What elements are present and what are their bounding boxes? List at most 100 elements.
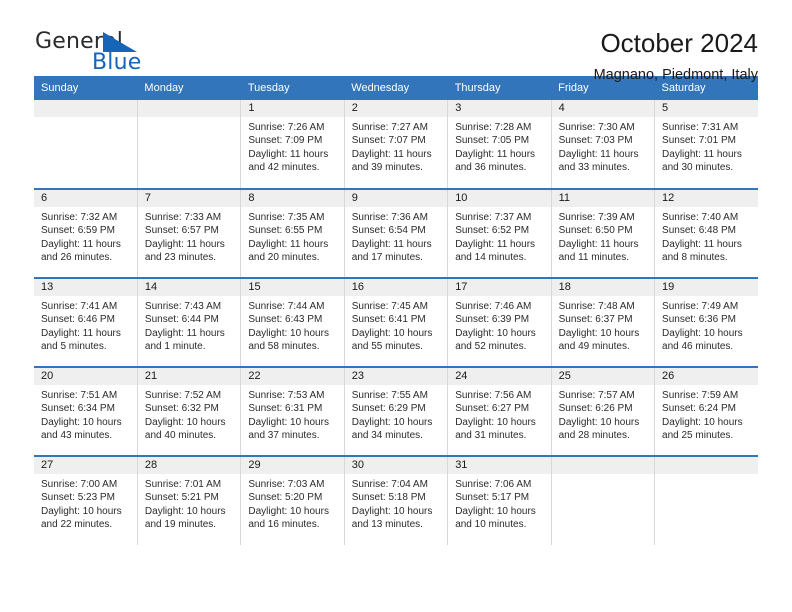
daylight-text: Daylight: 10 hours and 25 minutes. xyxy=(662,416,743,442)
sunrise-text: Sunrise: 7:35 AM xyxy=(248,212,325,223)
day-number: 21 xyxy=(137,368,241,385)
calendar-day-cell[interactable]: 19 Sunrise: 7:49 AM Sunset: 6:36 PM Dayligh… xyxy=(654,277,758,367)
sunrise-text: Sunrise: 7:45 AM xyxy=(351,301,428,312)
day-number: 30 xyxy=(344,457,448,474)
page-title: October 2024 xyxy=(600,28,758,58)
page-header: General Blue October 2024 Magnano, Piedm… xyxy=(34,0,758,83)
day-number: 18 xyxy=(551,279,655,296)
calendar-week-row: 1 Sunrise: 7:26 AM Sunset: 7:09 PM Daylight… xyxy=(34,100,758,189)
day-details: Sunrise: 7:52 AM Sunset: 6:32 PM Daylight:… xyxy=(138,385,240,443)
sunrise-text: Sunrise: 7:57 AM xyxy=(558,390,635,401)
day-number: 15 xyxy=(241,279,344,296)
sunrise-text: Sunrise: 7:39 AM xyxy=(558,212,635,223)
calendar-day-cell[interactable]: 2 Sunrise: 7:27 AM Sunset: 7:07 PM Daylight… xyxy=(344,100,449,189)
calendar-day-cell[interactable]: 20 Sunrise: 7:51 AM Sunset: 6:34 PM Dayligh… xyxy=(34,366,138,456)
daylight-text: Daylight: 10 hours and 10 minutes. xyxy=(455,505,536,531)
calendar-day-cell[interactable]: 15 Sunrise: 7:44 AM Sunset: 6:43 PM Dayligh… xyxy=(240,277,345,367)
day-details: Sunrise: 7:36 AM Sunset: 6:54 PM Daylight:… xyxy=(345,207,447,265)
daylight-text: Daylight: 11 hours and 1 minute. xyxy=(144,327,225,353)
calendar-day-cell[interactable]: 10 Sunrise: 7:37 AM Sunset: 6:52 PM Dayligh… xyxy=(447,188,552,278)
calendar-day-cell[interactable]: 11 Sunrise: 7:39 AM Sunset: 6:50 PM Dayligh… xyxy=(551,188,656,278)
calendar-day-cell[interactable]: 8 Sunrise: 7:35 AM Sunset: 6:55 PM Daylight… xyxy=(240,188,345,278)
calendar-day-cell[interactable]: 31 Sunrise: 7:06 AM Sunset: 5:17 PM Dayligh… xyxy=(447,455,552,545)
day-details: Sunrise: 7:39 AM Sunset: 6:50 PM Daylight:… xyxy=(552,207,654,265)
daylight-text: Daylight: 11 hours and 23 minutes. xyxy=(144,238,225,264)
month-calendar: Sunday Monday Tuesday Wednesday Thursday Frid… xyxy=(34,76,758,545)
day-number: 26 xyxy=(655,368,758,385)
calendar-day-cell[interactable]: 6 Sunrise: 7:32 AM Sunset: 6:59 PM Daylight… xyxy=(34,188,138,278)
sunset-text: Sunset: 6:59 PM xyxy=(41,225,115,237)
sunset-text: Sunset: 6:57 PM xyxy=(144,225,219,237)
sunset-text: Sunset: 7:09 PM xyxy=(248,135,323,147)
daylight-text: Daylight: 10 hours and 16 minutes. xyxy=(248,505,329,531)
day-details: Sunrise: 7:03 AM Sunset: 5:20 PM Daylight:… xyxy=(241,474,343,532)
day-number xyxy=(137,100,241,117)
sunset-text: Sunset: 5:18 PM xyxy=(351,492,426,504)
calendar-body: 1 Sunrise: 7:26 AM Sunset: 7:09 PM Daylight… xyxy=(34,100,758,545)
day-number: 4 xyxy=(551,100,655,117)
weekday-header-tuesday: Tuesday xyxy=(240,76,345,100)
calendar-day-cell[interactable]: 7 Sunrise: 7:33 AM Sunset: 6:57 PM Daylight… xyxy=(137,188,242,278)
sunset-text: Sunset: 6:27 PM xyxy=(455,403,530,415)
sunset-text: Sunset: 6:36 PM xyxy=(662,314,736,326)
calendar-day-cell[interactable]: 14 Sunrise: 7:43 AM Sunset: 6:44 PM Dayligh… xyxy=(137,277,242,367)
daylight-text: Daylight: 10 hours and 43 minutes. xyxy=(41,416,122,442)
calendar-day-cell[interactable]: 9 Sunrise: 7:36 AM Sunset: 6:54 PM Daylight… xyxy=(344,188,449,278)
sunset-text: Sunset: 6:37 PM xyxy=(558,314,633,326)
daylight-text: Daylight: 10 hours and 13 minutes. xyxy=(351,505,433,531)
calendar-day-cell[interactable]: 1 Sunrise: 7:26 AM Sunset: 7:09 PM Daylight… xyxy=(240,100,345,189)
calendar-day-cell[interactable]: 17 Sunrise: 7:46 AM Sunset: 6:39 PM Dayligh… xyxy=(447,277,552,367)
calendar-day-cell[interactable]: 12 Sunrise: 7:40 AM Sunset: 6:48 PM Dayligh… xyxy=(654,188,758,278)
sunrise-text: Sunrise: 7:52 AM xyxy=(144,390,222,401)
sunset-text: Sunset: 6:24 PM xyxy=(662,403,736,415)
daylight-text: Daylight: 10 hours and 52 minutes. xyxy=(455,327,536,353)
sunset-text: Sunset: 6:32 PM xyxy=(144,403,219,415)
calendar-day-cell[interactable]: 3 Sunrise: 7:28 AM Sunset: 7:05 PM Daylight… xyxy=(447,100,552,189)
calendar-day-cell[interactable]: 23 Sunrise: 7:55 AM Sunset: 6:29 PM Dayligh… xyxy=(344,366,449,456)
day-number: 20 xyxy=(34,368,137,385)
sunset-text: Sunset: 6:43 PM xyxy=(248,314,323,326)
sunset-text: Sunset: 6:44 PM xyxy=(144,314,219,326)
daylight-text: Daylight: 10 hours and 28 minutes. xyxy=(558,416,640,442)
logo-text-blue: Blue xyxy=(92,50,142,75)
sunrise-text: Sunrise: 7:27 AM xyxy=(351,122,428,133)
daylight-text: Daylight: 11 hours and 5 minutes. xyxy=(41,327,121,353)
general-blue-logo[interactable]: General Blue xyxy=(34,28,214,76)
sunrise-text: Sunrise: 7:33 AM xyxy=(144,212,222,223)
calendar-day-cell[interactable]: 27 Sunrise: 7:00 AM Sunset: 5:23 PM Dayligh… xyxy=(34,455,138,545)
calendar-day-cell[interactable]: 24 Sunrise: 7:56 AM Sunset: 6:27 PM Dayligh… xyxy=(447,366,552,456)
calendar-day-cell[interactable]: 25 Sunrise: 7:57 AM Sunset: 6:26 PM Dayligh… xyxy=(551,366,656,456)
sunrise-text: Sunrise: 7:46 AM xyxy=(455,301,532,312)
calendar-page: General Blue October 2024 Magnano, Piedm… xyxy=(0,0,792,612)
day-number: 28 xyxy=(137,457,241,474)
sunset-text: Sunset: 6:39 PM xyxy=(455,314,530,326)
sunrise-text: Sunrise: 7:32 AM xyxy=(41,212,118,223)
day-number: 31 xyxy=(448,457,551,474)
day-number: 29 xyxy=(241,457,344,474)
day-details: Sunrise: 7:55 AM Sunset: 6:29 PM Daylight:… xyxy=(345,385,447,443)
calendar-day-cell[interactable]: 29 Sunrise: 7:03 AM Sunset: 5:20 PM Dayligh… xyxy=(240,455,345,545)
sunrise-text: Sunrise: 7:43 AM xyxy=(144,301,222,312)
calendar-day-cell[interactable]: 4 Sunrise: 7:30 AM Sunset: 7:03 PM Daylight… xyxy=(551,100,656,189)
sunset-text: Sunset: 6:54 PM xyxy=(351,225,426,237)
sunrise-text: Sunrise: 7:40 AM xyxy=(662,212,739,223)
calendar-week-row: 6 Sunrise: 7:32 AM Sunset: 6:59 PM Daylight… xyxy=(34,188,758,278)
calendar-day-cell[interactable]: 28 Sunrise: 7:01 AM Sunset: 5:21 PM Dayligh… xyxy=(137,455,242,545)
day-details: Sunrise: 7:26 AM Sunset: 7:09 PM Daylight:… xyxy=(241,117,343,175)
sunrise-text: Sunrise: 7:06 AM xyxy=(455,479,532,490)
calendar-week-row: 20 Sunrise: 7:51 AM Sunset: 6:34 PM Dayligh… xyxy=(34,366,758,456)
calendar-day-cell[interactable]: 26 Sunrise: 7:59 AM Sunset: 6:24 PM Dayligh… xyxy=(654,366,758,456)
calendar-day-cell[interactable]: 22 Sunrise: 7:53 AM Sunset: 6:31 PM Dayligh… xyxy=(240,366,345,456)
calendar-day-cell[interactable]: 5 Sunrise: 7:31 AM Sunset: 7:01 PM Daylight… xyxy=(654,100,758,189)
calendar-day-cell[interactable]: 13 Sunrise: 7:41 AM Sunset: 6:46 PM Dayligh… xyxy=(34,277,138,367)
day-details: Sunrise: 7:43 AM Sunset: 6:44 PM Daylight:… xyxy=(138,296,240,354)
calendar-day-cell[interactable]: 21 Sunrise: 7:52 AM Sunset: 6:32 PM Dayligh… xyxy=(137,366,242,456)
calendar-day-cell[interactable]: 16 Sunrise: 7:45 AM Sunset: 6:41 PM Dayligh… xyxy=(344,277,449,367)
sunrise-text: Sunrise: 7:41 AM xyxy=(41,301,118,312)
day-details: Sunrise: 7:00 AM Sunset: 5:23 PM Daylight:… xyxy=(34,474,137,532)
sunset-text: Sunset: 6:34 PM xyxy=(41,403,115,415)
calendar-cell-empty xyxy=(137,100,242,189)
day-details: Sunrise: 7:31 AM Sunset: 7:01 PM Daylight:… xyxy=(655,117,758,175)
calendar-day-cell[interactable]: 30 Sunrise: 7:04 AM Sunset: 5:18 PM Dayligh… xyxy=(344,455,449,545)
calendar-day-cell[interactable]: 18 Sunrise: 7:48 AM Sunset: 6:37 PM Dayligh… xyxy=(551,277,656,367)
